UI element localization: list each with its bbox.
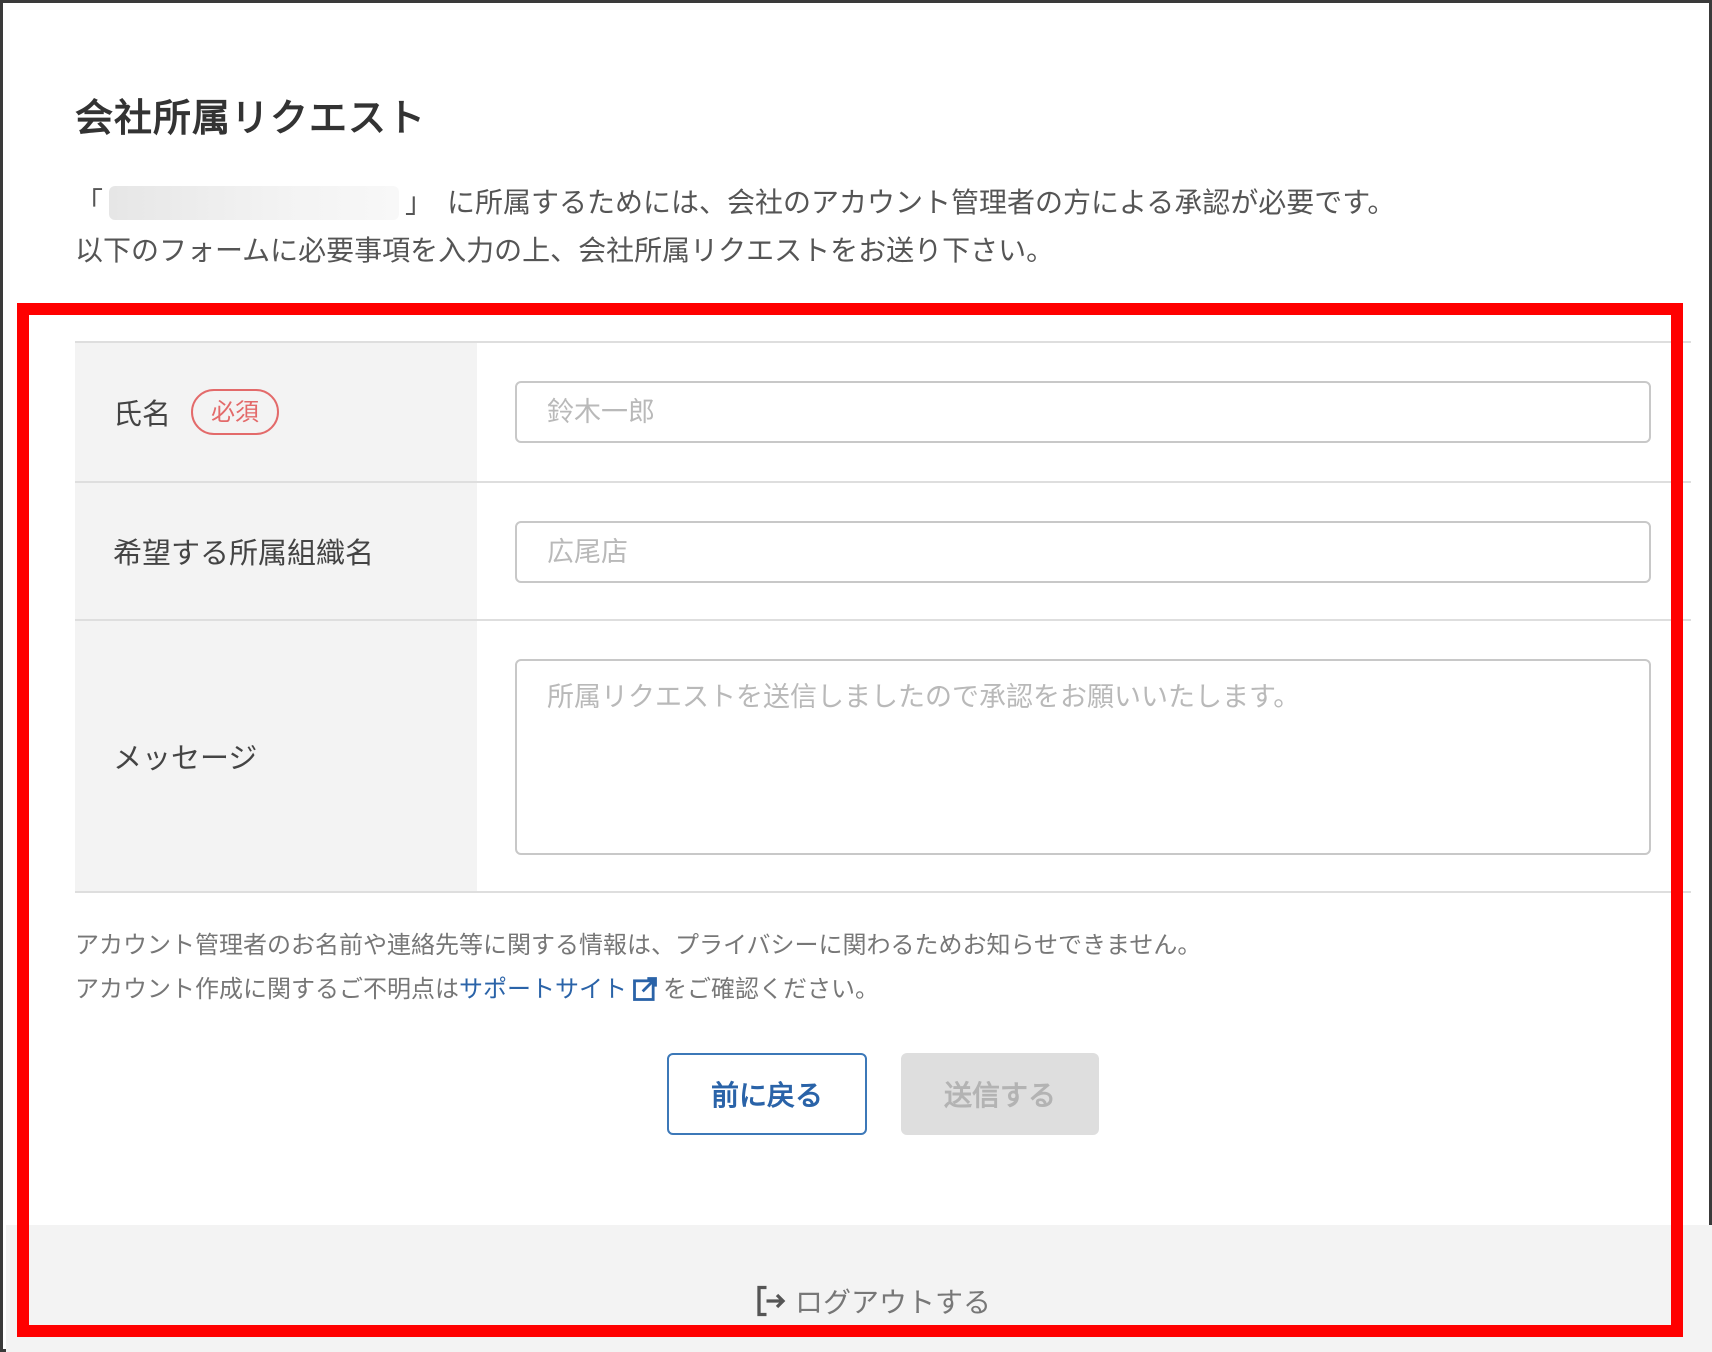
privacy-note: アカウント管理者のお名前や連絡先等に関する情報は、プライバシーに関わるためお知ら… bbox=[75, 931, 1202, 959]
logout-link[interactable]: ログアウトする bbox=[753, 1281, 991, 1321]
support-site-link[interactable]: サポートサイト bbox=[459, 967, 663, 1011]
request-form: 氏名 必須 希望する所属組織名 メッセージ bbox=[75, 341, 1691, 893]
external-link-icon bbox=[633, 977, 657, 1001]
intro-line-1: 「 」 に所属するためには、会社のアカウント管理者の方による承認が必要です。 bbox=[75, 179, 1395, 227]
logout-icon bbox=[757, 1285, 786, 1317]
intro-line-1-text: に所属するためには、会社のアカウント管理者の方による承認が必要です。 bbox=[447, 186, 1396, 219]
name-input[interactable] bbox=[515, 381, 1651, 443]
intro-text: 「 」 に所属するためには、会社のアカウント管理者の方による承認が必要です。 以… bbox=[75, 179, 1395, 275]
form-row-org: 希望する所属組織名 bbox=[75, 483, 1691, 621]
org-label-cell: 希望する所属組織名 bbox=[75, 483, 477, 619]
support-note-prefix: アカウント作成に関するご不明点は bbox=[75, 975, 459, 1003]
name-label: 氏名 bbox=[113, 397, 172, 431]
form-row-message: メッセージ bbox=[75, 621, 1691, 893]
redacted-company-name bbox=[109, 186, 400, 220]
required-badge: 必須 bbox=[191, 389, 280, 435]
send-button[interactable]: 送信する bbox=[901, 1053, 1099, 1135]
support-note: アカウント作成に関するご不明点は サポートサイト をご確認ください。 bbox=[75, 967, 1201, 1011]
intro-bracket-open: 「 bbox=[75, 186, 104, 219]
intro-line-2: 以下のフォームに必要事項を入力の上、会社所属リクエストをお送り下さい。 bbox=[75, 234, 1055, 267]
intro-bracket-close: 」 bbox=[405, 186, 434, 219]
name-field-cell bbox=[477, 343, 1691, 481]
message-field-cell bbox=[477, 621, 1691, 891]
notes: アカウント管理者のお名前や連絡先等に関する情報は、プライバシーに関わるためお知ら… bbox=[75, 923, 1201, 1011]
message-label-cell: メッセージ bbox=[75, 621, 477, 891]
org-input[interactable] bbox=[515, 521, 1651, 583]
window-frame: 会社所属リクエスト 「 」 に所属するためには、会社のアカウント管理者の方による… bbox=[0, 0, 1712, 1352]
org-field-cell bbox=[477, 483, 1691, 619]
org-label: 希望する所属組織名 bbox=[113, 536, 375, 570]
name-label-cell: 氏名 必須 bbox=[75, 343, 477, 481]
page-title: 会社所属リクエスト bbox=[75, 96, 427, 140]
support-site-link-label: サポートサイト bbox=[459, 975, 627, 1003]
back-button[interactable]: 前に戻る bbox=[667, 1053, 867, 1135]
form-row-name: 氏名 必須 bbox=[75, 343, 1691, 483]
message-textarea[interactable] bbox=[515, 659, 1651, 855]
message-label: メッセージ bbox=[113, 741, 258, 775]
logout-label: ログアウトする bbox=[795, 1286, 992, 1319]
support-note-suffix: をご確認ください。 bbox=[663, 975, 879, 1003]
